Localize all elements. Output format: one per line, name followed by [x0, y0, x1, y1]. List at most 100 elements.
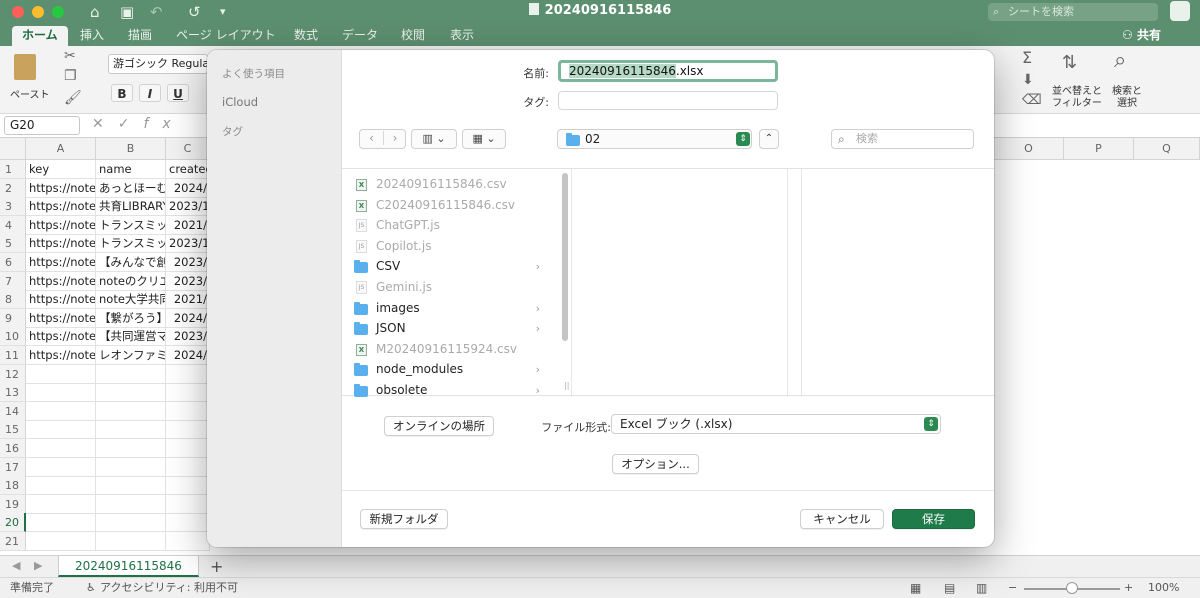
row-header[interactable]: 7 — [0, 271, 26, 291]
row-header[interactable]: 12 — [0, 364, 26, 384]
table-cell[interactable] — [96, 383, 166, 403]
table-cell[interactable]: https://note. — [26, 290, 96, 310]
next-sheet-icon[interactable]: ▶ — [34, 559, 42, 572]
tab-formulas[interactable]: 数式 — [294, 26, 318, 46]
row-header[interactable]: 3 — [0, 197, 26, 217]
zoom-out-icon[interactable]: − — [1008, 578, 1017, 598]
row-header[interactable]: 9 — [0, 308, 26, 328]
online-locations-button[interactable]: オンラインの場所 — [384, 416, 494, 436]
page-layout-view-icon[interactable]: ▤ — [944, 578, 955, 598]
share-button[interactable]: ⚇ 共有 — [1122, 26, 1161, 43]
column-header[interactable]: B — [96, 138, 166, 160]
table-cell[interactable] — [96, 439, 166, 458]
tab-view[interactable]: 表示 — [450, 26, 474, 46]
folder-item[interactable]: JSON › — [352, 319, 544, 338]
copy-icon[interactable]: ❐ — [64, 68, 77, 84]
table-cell[interactable] — [26, 513, 96, 533]
table-cell[interactable]: 2021/ — [166, 290, 210, 310]
row-header[interactable]: 20 — [0, 513, 26, 533]
tab-review[interactable]: 校閲 — [401, 26, 425, 46]
new-folder-button[interactable]: 新規フォルダ — [360, 509, 448, 529]
table-cell[interactable] — [26, 383, 96, 403]
row-header[interactable]: 6 — [0, 253, 26, 272]
select-all-corner[interactable] — [0, 138, 26, 160]
tags-input[interactable] — [558, 91, 778, 110]
file-format-select[interactable]: Excel ブック (.xlsx) ⇕ — [611, 414, 941, 434]
sheet-search-input[interactable]: ⌕ シートを検索 — [988, 3, 1158, 21]
column-header[interactable]: Q — [1134, 138, 1200, 160]
table-cell[interactable]: https://note. — [26, 215, 96, 235]
find-icon[interactable]: ⌕ — [1114, 48, 1126, 73]
autosum-icon[interactable]: Σ — [1022, 48, 1032, 67]
fx-icon[interactable]: fx — [143, 116, 184, 132]
table-cell[interactable]: 2024/ — [166, 308, 210, 328]
sort-filter-button[interactable]: 並べ替えと フィルター — [1052, 86, 1102, 110]
table-cell[interactable]: 2023/ — [166, 253, 210, 272]
bold-button[interactable]: B — [111, 84, 133, 102]
row-header[interactable]: 10 — [0, 327, 26, 347]
folder-item[interactable]: node_modules › — [352, 360, 544, 379]
table-cell[interactable] — [96, 513, 166, 533]
font-name-select[interactable]: 游ゴシック Regular — [108, 54, 208, 74]
column-resize-handle[interactable]: || — [564, 381, 569, 390]
table-cell[interactable] — [26, 476, 96, 496]
table-cell[interactable]: 2023/1 — [166, 197, 210, 217]
table-cell[interactable] — [26, 439, 96, 458]
filename-input[interactable]: 20240916115846.xlsx — [558, 60, 778, 82]
sort-filter-icon[interactable]: ⇅ — [1062, 52, 1077, 73]
folder-item[interactable]: CSV › — [352, 257, 544, 276]
grouping-button[interactable]: ▦ ⌄ — [462, 129, 506, 149]
folder-item[interactable]: images › — [352, 299, 544, 318]
table-cell[interactable]: レオンファミ — [96, 346, 166, 365]
table-cell[interactable] — [166, 513, 210, 533]
table-cell[interactable]: key — [26, 160, 96, 179]
row-header[interactable]: 19 — [0, 494, 26, 514]
column-header[interactable]: P — [1064, 138, 1134, 160]
table-cell[interactable] — [26, 401, 96, 421]
table-cell[interactable]: https://note. — [26, 271, 96, 291]
table-cell[interactable]: noteのクリエ — [96, 271, 166, 291]
table-cell[interactable]: name — [96, 160, 166, 179]
table-cell[interactable] — [166, 457, 210, 477]
tab-insert[interactable]: 挿入 — [80, 26, 104, 46]
table-cell[interactable] — [166, 476, 210, 496]
table-cell[interactable]: https://note. — [26, 327, 96, 347]
row-header[interactable]: 8 — [0, 290, 26, 310]
table-cell[interactable]: 【共同運営マ — [96, 327, 166, 347]
row-header[interactable]: 15 — [0, 420, 26, 440]
table-cell[interactable]: https://note. — [26, 197, 96, 217]
row-header[interactable]: 14 — [0, 401, 26, 421]
folder-item[interactable]: obsolete › — [352, 381, 544, 400]
table-cell[interactable]: 2024/ — [166, 178, 210, 198]
clear-icon[interactable]: ⌫ — [1022, 92, 1042, 108]
table-cell[interactable]: https://note. — [26, 308, 96, 328]
page-break-view-icon[interactable]: ▥ — [976, 578, 987, 598]
column-header[interactable]: C — [166, 138, 210, 160]
table-cell[interactable] — [96, 401, 166, 421]
italic-button[interactable]: I — [139, 84, 161, 102]
table-cell[interactable] — [96, 420, 166, 440]
table-cell[interactable]: トランスミッ — [96, 234, 166, 254]
table-cell[interactable]: 【みんなで創 — [96, 253, 166, 272]
tab-data[interactable]: データ — [342, 26, 378, 46]
format-painter-icon[interactable]: 🖌 — [64, 90, 82, 106]
normal-view-icon[interactable]: ▦ — [910, 578, 921, 598]
forward-icon[interactable]: › — [383, 131, 406, 145]
table-cell[interactable] — [26, 494, 96, 514]
file-list-scrollbar[interactable] — [562, 173, 568, 341]
underline-button[interactable]: U — [167, 84, 189, 102]
table-cell[interactable]: https://note. — [26, 234, 96, 254]
prev-sheet-icon[interactable]: ◀ — [12, 559, 20, 572]
table-cell[interactable] — [166, 439, 210, 458]
sheet-tab[interactable]: 20240916115846 — [58, 556, 199, 577]
tab-home[interactable]: ホーム — [12, 26, 68, 46]
save-button[interactable]: 保存 — [892, 509, 975, 529]
table-cell[interactable] — [96, 494, 166, 514]
collapse-dialog-button[interactable]: ⌃ — [759, 129, 779, 149]
row-header[interactable]: 4 — [0, 215, 26, 235]
table-cell[interactable]: トランスミッ — [96, 215, 166, 235]
table-cell[interactable]: https://note. — [26, 346, 96, 365]
row-header[interactable]: 5 — [0, 234, 26, 254]
row-header[interactable]: 2 — [0, 178, 26, 198]
table-cell[interactable] — [166, 401, 210, 421]
